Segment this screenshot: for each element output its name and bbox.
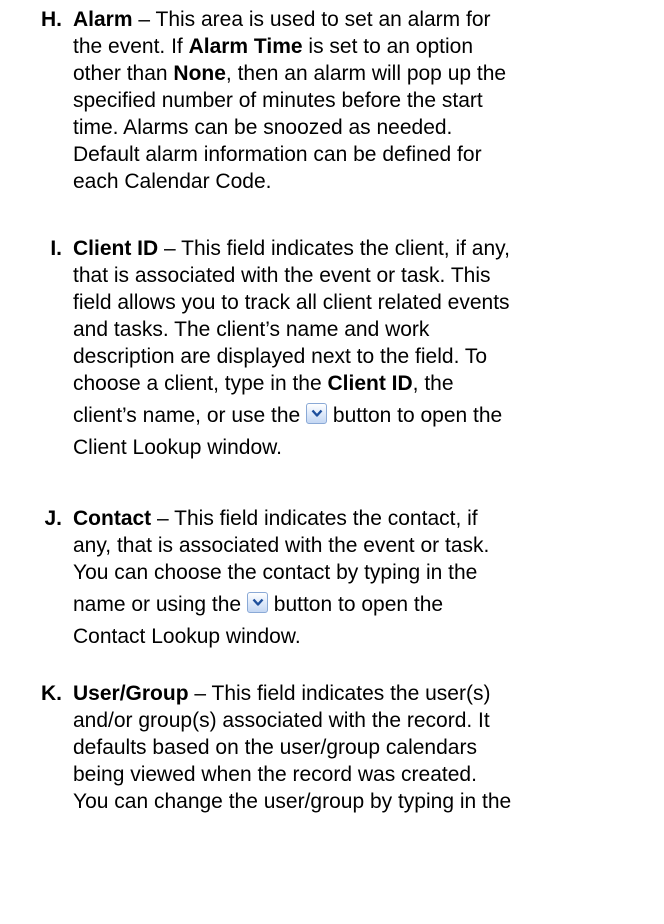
text-line: description are displayed next to the fi… bbox=[73, 345, 488, 368]
item-text: User/Group – This field indicates the us… bbox=[73, 680, 658, 815]
text-line: time. Alarms can be snoozed as needed. bbox=[73, 116, 453, 139]
chevron-down-icon bbox=[306, 403, 328, 424]
chevron-down-icon bbox=[246, 592, 268, 613]
text-line: Client Lookup window. bbox=[73, 436, 282, 459]
text-line: and/or group(s) associated with the reco… bbox=[73, 709, 490, 732]
term-contact: Contact bbox=[73, 507, 152, 530]
text-span: name or using the bbox=[73, 593, 247, 616]
text-span: is set to an option bbox=[302, 35, 474, 58]
item-text: Contact – This field indicates the conta… bbox=[73, 505, 658, 650]
list-marker: K. bbox=[41, 682, 62, 705]
item-intro: – This field indicates the client, if an… bbox=[158, 237, 510, 260]
text-line: You can choose the contact by typing in … bbox=[73, 561, 478, 584]
item-intro: – This field indicates the contact, if bbox=[151, 507, 478, 530]
item-text: Alarm – This area is used to set an alar… bbox=[73, 6, 658, 195]
text-line: that is associated with the event or tas… bbox=[73, 264, 491, 287]
list-marker: I. bbox=[50, 237, 62, 260]
text-line: each Calendar Code. bbox=[73, 170, 272, 193]
text-line: being viewed when the record was created… bbox=[73, 763, 477, 786]
text-line: specified number of minutes before the s… bbox=[73, 89, 483, 112]
text-line: and tasks. The client’s name and work bbox=[73, 318, 430, 341]
item-text: Client ID – This field indicates the cli… bbox=[73, 235, 658, 461]
text-span: choose a client, type in the bbox=[73, 372, 328, 395]
text-line: field allows you to track all client rel… bbox=[73, 291, 510, 314]
text-line: defaults based on the user/group calenda… bbox=[73, 736, 477, 759]
text-span: , the bbox=[412, 372, 454, 395]
text-span: other than bbox=[73, 62, 174, 85]
text-line: Default alarm information can be defined… bbox=[73, 143, 482, 166]
text-span: button to open the bbox=[267, 593, 444, 616]
item-intro: – This area is used to set an alarm for bbox=[132, 8, 491, 31]
term-client-id-inline: Client ID bbox=[327, 372, 413, 395]
term-user-group: User/Group bbox=[73, 682, 189, 705]
list-marker: J. bbox=[44, 507, 62, 530]
term-alarm-time: Alarm Time bbox=[188, 35, 303, 58]
term-client-id: Client ID bbox=[73, 237, 159, 260]
term-alarm: Alarm bbox=[73, 8, 133, 31]
term-none: None bbox=[173, 62, 226, 85]
text-line: Contact Lookup window. bbox=[73, 625, 301, 648]
text-span: , then an alarm will pop up the bbox=[225, 62, 507, 85]
text-line: You can change the user/group by typing … bbox=[73, 790, 512, 813]
text-span: the event. If bbox=[73, 35, 189, 58]
text-line: any, that is associated with the event o… bbox=[73, 534, 490, 557]
text-span: client’s name, or use the bbox=[73, 404, 307, 427]
list-marker: H. bbox=[41, 8, 62, 31]
item-intro: – This field indicates the user(s) bbox=[188, 682, 491, 705]
text-span: button to open the bbox=[327, 404, 503, 427]
